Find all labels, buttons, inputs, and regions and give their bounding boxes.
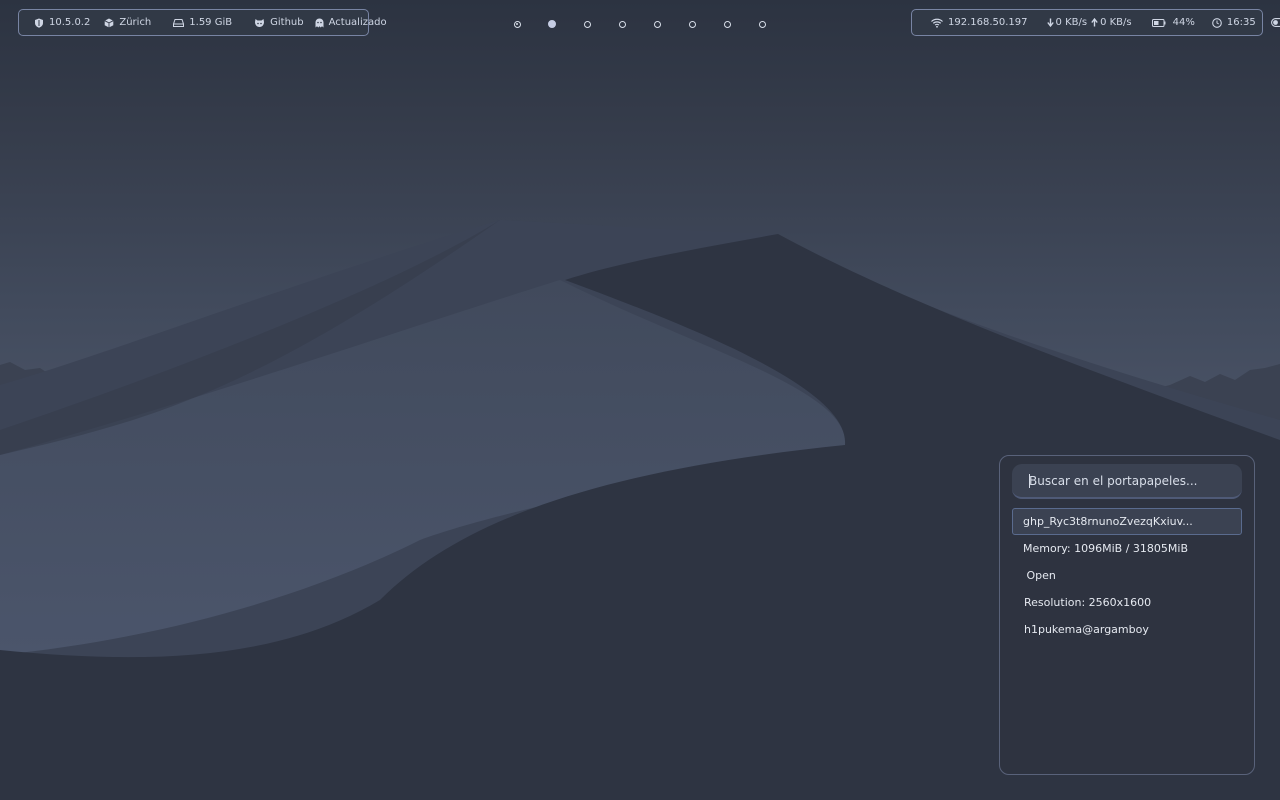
download-rate: 0 KB/s (1055, 17, 1088, 28)
updates-status: Actualizado (328, 17, 387, 28)
clock-time: 16:35 (1226, 17, 1256, 28)
workspace-indicator (618, 20, 626, 28)
disk-usage: 1.59 GiB (189, 17, 233, 28)
shield-icon (35, 18, 43, 28)
battery-icon (1151, 18, 1166, 27)
download-speed: 0 KB/s (1046, 17, 1088, 28)
clipboard-entry[interactable]: h1pukema@argamboy (1012, 616, 1242, 643)
workspace-indicator (653, 20, 661, 28)
workspace-switcher (507, 14, 772, 34)
battery-level: 44% (1172, 17, 1195, 28)
cube-icon (104, 18, 114, 27)
desktop: 10.5.0.2 Zürich 1.59 GiB Github Actualiz… (0, 0, 1280, 800)
workspace-indicator (513, 20, 521, 28)
network-ip: 192.168.50.197 (948, 17, 1028, 28)
network-module[interactable]: 192.168.50.197 (931, 17, 1028, 28)
location-module[interactable]: Zürich (104, 17, 151, 28)
arrow-down-icon (1046, 18, 1054, 27)
workspace-2[interactable] (542, 14, 562, 34)
topbar-right: 192.168.50.197 0 KB/s 0 KB/s 44% 16:35 (911, 9, 1280, 36)
search-placeholder: Buscar en el portapapeles... (1029, 473, 1198, 488)
workspace-3[interactable] (577, 14, 597, 34)
workspace-7[interactable] (717, 14, 737, 34)
workspace-1[interactable] (507, 14, 527, 34)
wifi-icon (931, 18, 943, 28)
vpn-ip: 10.5.0.2 (49, 17, 91, 28)
github-module[interactable]: Github (254, 17, 304, 28)
notification-toggle[interactable] (1270, 18, 1280, 27)
ghost-icon (315, 18, 324, 27)
clipboard-launcher: Buscar en el portapapeles... ghp_Ryc3t8r… (999, 455, 1255, 775)
workspace-4[interactable] (612, 14, 632, 34)
battery-module[interactable]: 44% (1151, 17, 1195, 28)
github-label: Github (270, 17, 304, 28)
upload-speed: 0 KB/s (1091, 17, 1132, 28)
workspace-indicator (723, 20, 731, 28)
location-label: Zürich (119, 17, 152, 28)
vpn-module[interactable]: 10.5.0.2 (34, 17, 90, 28)
clipboard-entry[interactable]: Resolution: 2560x1600 (1012, 589, 1242, 616)
github-icon (255, 18, 265, 27)
clipboard-entry[interactable]: Memory: 1096MiB / 31805MiB (1012, 535, 1242, 562)
workspace-8[interactable] (752, 14, 772, 34)
workspace-6[interactable] (682, 14, 702, 34)
clipboard-search-input[interactable]: Buscar en el portapapeles... (1012, 464, 1242, 499)
text-caret (1029, 474, 1030, 488)
clock-module[interactable]: 16:35 (1212, 17, 1256, 28)
clock-icon (1212, 17, 1222, 28)
workspace-indicator (688, 20, 696, 28)
drive-icon (173, 18, 185, 27)
clipboard-list: ghp_Ryc3t8rnunoZvezqKxiuv... Memory: 109… (1012, 508, 1242, 643)
arrow-up-icon (1091, 18, 1098, 27)
workspace-indicator (548, 20, 556, 28)
updates-module[interactable]: Actualizado (315, 17, 387, 28)
topbar-left: 10.5.0.2 Zürich 1.59 GiB Github Actualiz… (18, 9, 387, 36)
toggle-icon (1270, 18, 1280, 27)
workspace-5[interactable] (647, 14, 667, 34)
disk-module[interactable]: 1.59 GiB (173, 17, 232, 28)
workspace-indicator (758, 20, 766, 28)
clipboard-entry[interactable]: Open (1012, 562, 1242, 589)
upload-rate: 0 KB/s (1100, 17, 1132, 28)
clipboard-entry-selected[interactable]: ghp_Ryc3t8rnunoZvezqKxiuv... (1012, 508, 1242, 535)
workspace-indicator (583, 20, 591, 28)
